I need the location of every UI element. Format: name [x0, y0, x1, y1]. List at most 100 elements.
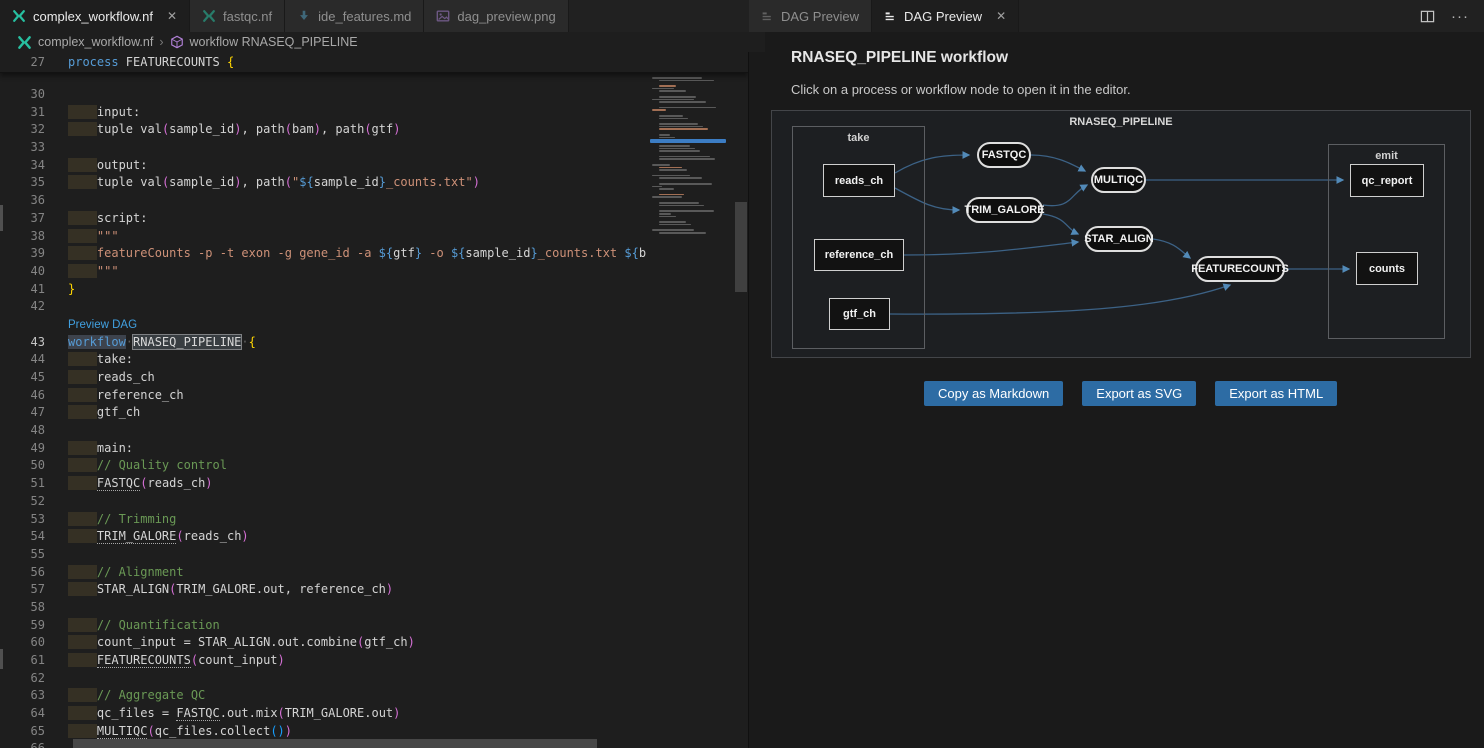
code-token: ) — [205, 476, 212, 490]
line-number: 53 — [0, 511, 68, 529]
dag-edge-FASTQC-to-MULTIQC — [1031, 155, 1085, 171]
code-line[interactable]: 63 // Aggregate QC — [0, 687, 650, 705]
code-token: ) — [393, 706, 400, 720]
code-line[interactable]: 53 // Trimming — [0, 511, 650, 529]
code-line[interactable]: 33 — [0, 139, 650, 157]
code-token — [68, 582, 97, 596]
code-line[interactable]: 55 — [0, 546, 650, 564]
tab-ide_features-md[interactable]: ide_features.md — [285, 0, 424, 32]
code-editor[interactable]: 27process FEATURECOUNTS { 3031 input:32 … — [0, 52, 748, 748]
dag-preview-content: RNASEQ_PIPELINE workflow Click on a proc… — [749, 32, 1484, 748]
code-line[interactable]: 31 input: — [0, 104, 650, 122]
code-token: .out.mix — [220, 706, 278, 720]
copy-as-markdown-button[interactable]: Copy as Markdown — [924, 381, 1063, 406]
tab-complex_workflow-nf[interactable]: complex_workflow.nf✕ — [0, 0, 190, 32]
code-line[interactable]: 58 — [0, 599, 650, 617]
dag-node-TRIM_GALORE[interactable]: TRIM_GALORE — [966, 197, 1043, 223]
code-token: input: — [97, 105, 140, 119]
dag-diagram: RNASEQ_PIPELINE take emit reads_chrefere… — [771, 110, 1471, 358]
dag-node-reads_ch[interactable]: reads_ch — [823, 164, 895, 197]
split-editor-icon[interactable] — [1420, 9, 1435, 24]
code-line[interactable]: 56 // Alignment — [0, 564, 650, 582]
code-token: sample_id — [169, 175, 234, 189]
code-line[interactable]: 40 """ — [0, 263, 650, 281]
code-line[interactable]: 39 featureCounts -p -t exon -g gene_id -… — [0, 245, 650, 263]
dag-node-MULTIQC[interactable]: MULTIQC — [1091, 167, 1146, 193]
code-line[interactable]: 34 output: — [0, 157, 650, 175]
line-number: 27 — [0, 52, 68, 72]
code-token: TRIM_GALORE — [97, 529, 176, 544]
tab-dag-preview-0[interactable]: DAG Preview — [749, 0, 872, 32]
dag-node-counts[interactable]: counts — [1356, 252, 1418, 285]
code-token: ) — [386, 582, 393, 596]
code-token: ( — [285, 122, 292, 136]
line-number: 32 — [0, 121, 68, 139]
code-line[interactable]: 57 STAR_ALIGN(TRIM_GALORE.out, reference… — [0, 581, 650, 599]
code-line[interactable]: 41} — [0, 281, 650, 299]
code-token: ) — [393, 122, 400, 136]
code-line[interactable]: 45 reads_ch — [0, 369, 650, 387]
scrollbar-thumb[interactable] — [73, 739, 597, 748]
code-token — [68, 175, 97, 189]
code-line[interactable]: 47 gtf_ch — [0, 404, 650, 422]
code-token: FEATURECOUNTS — [97, 653, 191, 668]
code-line[interactable]: 65 MULTIQC(qc_files.collect()) — [0, 723, 650, 741]
dag-title: RNASEQ_PIPELINE workflow — [791, 49, 1484, 67]
code-line[interactable]: 60 count_input = STAR_ALIGN.out.combine(… — [0, 634, 650, 652]
code-line[interactable]: 38 """ — [0, 228, 650, 246]
code-token: """ — [97, 229, 119, 243]
dag-node-qc_report[interactable]: qc_report — [1350, 164, 1424, 197]
code-line[interactable]: 64 qc_files = FASTQC.out.mix(TRIM_GALORE… — [0, 705, 650, 723]
code-line[interactable]: 48 — [0, 422, 650, 440]
code-line[interactable]: 37 script: — [0, 210, 650, 228]
dag-node-gtf_ch[interactable]: gtf_ch — [829, 298, 890, 330]
close-icon[interactable]: ✕ — [996, 9, 1006, 23]
code-line[interactable]: 51 FASTQC(reads_ch) — [0, 475, 650, 493]
minimap[interactable] — [650, 55, 728, 355]
code-line[interactable]: 52 — [0, 493, 650, 511]
code-lines[interactable]: 3031 input:32 tuple val(sample_id), path… — [0, 86, 650, 748]
code-line[interactable]: 54 TRIM_GALORE(reads_ch) — [0, 528, 650, 546]
code-line[interactable]: 35 tuple val(sample_id), path("${sample_… — [0, 174, 650, 192]
scrollbar-thumb[interactable] — [735, 202, 747, 292]
dag-node-FASTQC[interactable]: FASTQC — [977, 142, 1031, 168]
panel-tabbar: DAG Preview DAG Preview ✕ ··· — [749, 0, 1484, 32]
dag-node-STAR_ALIGN[interactable]: STAR_ALIGN — [1085, 226, 1153, 252]
dag-node-reference_ch[interactable]: reference_ch — [814, 239, 904, 271]
code-token: """ — [97, 264, 119, 278]
code-line[interactable]: 42 — [0, 298, 650, 316]
export-as-html-button[interactable]: Export as HTML — [1215, 381, 1337, 406]
code-line[interactable]: 61 FEATURECOUNTS(count_input) — [0, 652, 650, 670]
code-line[interactable]: 30 — [0, 86, 650, 104]
code-line[interactable]: 44 take: — [0, 351, 650, 369]
code-token — [68, 653, 97, 667]
code-line[interactable]: 49 main: — [0, 440, 650, 458]
code-line[interactable]: 46 reference_ch — [0, 387, 650, 405]
tab-dag_preview-png[interactable]: dag_preview.png — [424, 0, 568, 32]
code-token: tuple val — [97, 122, 162, 136]
code-line[interactable]: 36 — [0, 192, 650, 210]
export-as-svg-button[interactable]: Export as SVG — [1082, 381, 1196, 406]
tab-fastqc-nf[interactable]: fastqc.nf — [190, 0, 285, 32]
breadcrumb-symbol[interactable]: workflow RNASEQ_PIPELINE — [190, 35, 358, 49]
vertical-scrollbar[interactable] — [733, 52, 748, 748]
line-number: 46 — [0, 387, 68, 405]
tab-label: DAG Preview — [904, 9, 982, 24]
horizontal-scrollbar[interactable] — [68, 739, 728, 748]
code-line[interactable]: 59 // Quantification — [0, 617, 650, 635]
close-icon[interactable]: ✕ — [167, 9, 177, 23]
code-token — [68, 618, 97, 632]
dag-node-FEATURECOUNTS[interactable]: FEATURECOUNTS — [1195, 256, 1285, 282]
code-line[interactable]: 32 tuple val(sample_id), path(bam), path… — [0, 121, 650, 139]
code-line[interactable]: 43workflow·RNASEQ_PIPELINE·{ — [0, 334, 650, 352]
code-line[interactable]: 62 — [0, 670, 650, 688]
nextflow-logo — [12, 9, 26, 23]
code-token — [68, 405, 97, 419]
nextflow-logo — [202, 9, 216, 23]
sticky-scroll-line[interactable]: 27process FEATURECOUNTS { — [0, 52, 748, 73]
codelens-preview-dag[interactable]: Preview DAG — [0, 316, 650, 334]
code-line[interactable]: 50 // Quality control — [0, 457, 650, 475]
breadcrumb-file[interactable]: complex_workflow.nf — [38, 35, 153, 49]
tab-dag-preview-1[interactable]: DAG Preview ✕ — [872, 0, 1019, 32]
more-actions-icon[interactable]: ··· — [1451, 8, 1469, 25]
